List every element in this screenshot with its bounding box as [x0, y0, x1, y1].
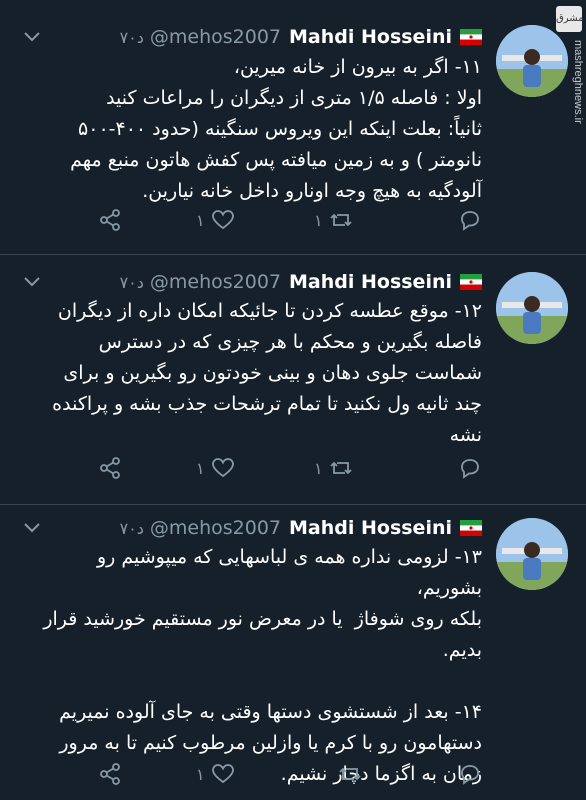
like-button[interactable]: ۱: [196, 762, 235, 786]
tweet-actions: ۱: [0, 762, 586, 790]
tweet-time: ۷۰د: [119, 518, 144, 538]
tweet-text: ۱۳- لزومی نداره همه ی لباسهایی که میپوشی…: [43, 546, 482, 785]
avatar[interactable]: [496, 518, 568, 590]
avatar-photo: [496, 518, 568, 590]
tweet-header: ۷۰د @mehos2007 Mahdi Hosseini: [120, 516, 482, 540]
user-handle[interactable]: @mehos2007: [150, 517, 281, 539]
retweet-button[interactable]: [332, 762, 362, 786]
share-button[interactable]: [98, 762, 122, 786]
reply-icon: [461, 765, 479, 785]
heart-icon: [211, 764, 234, 784]
iran-flag-icon: [460, 520, 482, 536]
user-name[interactable]: Mahdi Hosseini: [289, 517, 452, 539]
tweet[interactable]: ۷۰د @mehos2007 Mahdi Hosseini ۱۳- لزومی …: [0, 0, 586, 800]
reply-button[interactable]: [452, 762, 482, 786]
share-icon: [100, 763, 120, 785]
retweet-icon: [339, 767, 361, 781]
like-count: ۱: [196, 764, 205, 784]
chevron-down-icon[interactable]: [22, 520, 42, 534]
